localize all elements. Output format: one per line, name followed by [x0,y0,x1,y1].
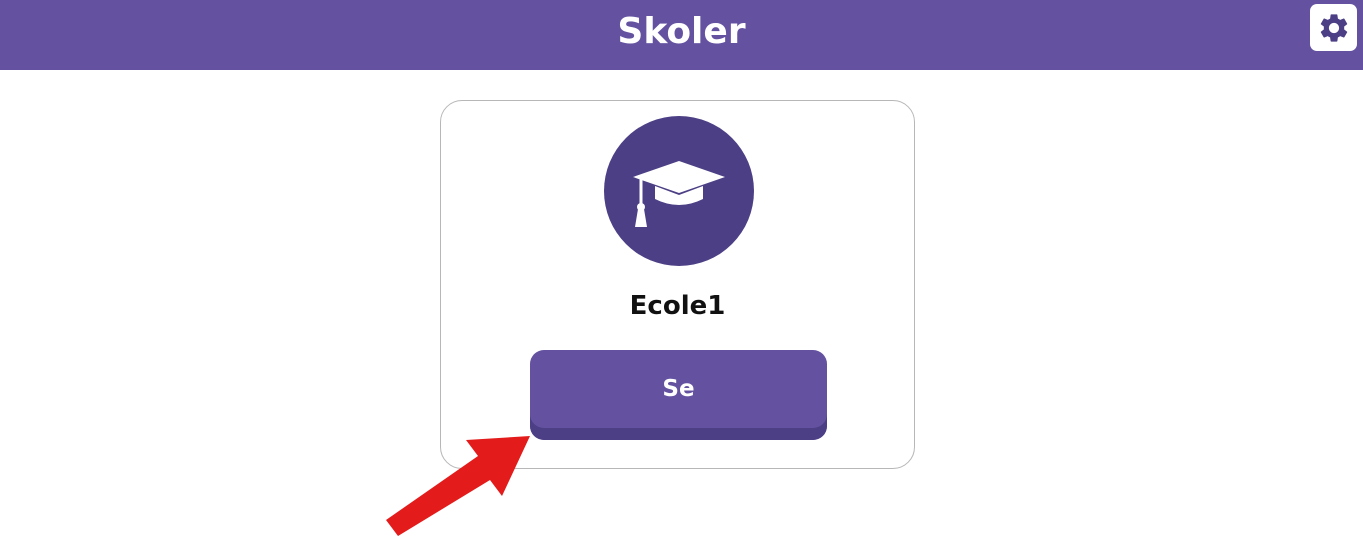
graduation-cap-icon [633,161,725,227]
app-header: Skoler [0,0,1363,70]
school-name: Ecole1 [629,291,726,321]
page-title: Skoler [617,11,746,52]
school-avatar [604,116,754,266]
settings-button[interactable] [1310,4,1357,51]
gear-icon [1320,13,1347,42]
school-card: Ecole1 Se [440,100,915,469]
view-school-button[interactable]: Se [530,350,827,440]
